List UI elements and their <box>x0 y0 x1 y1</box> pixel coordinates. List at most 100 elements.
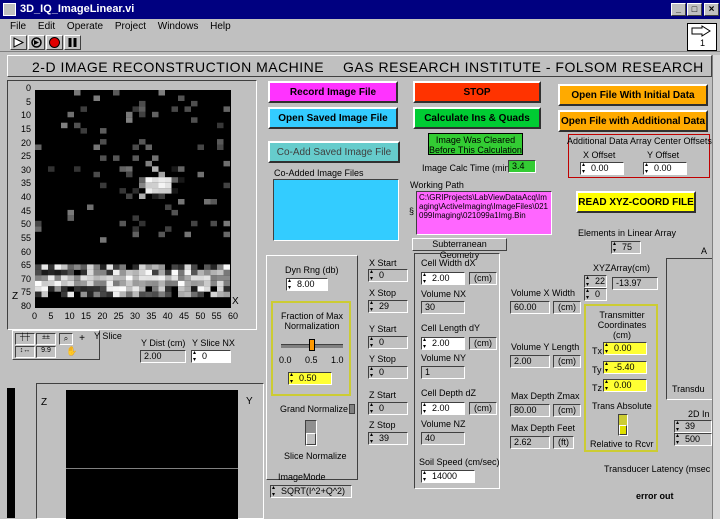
menu-edit[interactable]: Edit <box>38 21 55 32</box>
intensity-cell <box>87 286 94 292</box>
intensity-cell <box>158 231 165 238</box>
trans-absolute-switch[interactable] <box>618 414 628 436</box>
right-edge-39[interactable]: 39 <box>674 418 712 436</box>
x-offset-input[interactable]: 0.00 <box>580 160 624 178</box>
run-continuous-icon[interactable] <box>28 35 45 50</box>
z-start-input[interactable]: 0 <box>368 400 408 418</box>
menu-operate[interactable]: Operate <box>67 21 103 32</box>
zoom-icon[interactable]: ⌕ <box>59 333 73 345</box>
slice-normalize-toggle[interactable] <box>305 420 317 446</box>
intensity-cell <box>204 264 211 270</box>
record-image-file-button[interactable]: Record Image File <box>268 81 398 103</box>
open-saved-image-button[interactable]: Open Saved Image File <box>268 107 398 129</box>
intensity-cell <box>210 220 217 227</box>
co-add-saved-image-button[interactable]: Co-Add Saved Image File <box>268 141 400 163</box>
intensity-cell <box>210 269 217 276</box>
volume-y-length-unit: (cm) <box>553 355 581 368</box>
y-format-icon[interactable]: 9.9 <box>36 346 56 358</box>
dyn-rng-input[interactable]: 8.00 <box>286 276 328 294</box>
intensity-cell <box>132 226 139 232</box>
x-stop-input[interactable]: 29 <box>368 298 408 316</box>
path-browse-icon[interactable]: § <box>409 206 414 216</box>
intensity-cell <box>67 291 74 298</box>
cell-width-label: Cell Width dX <box>421 258 476 268</box>
open-initial-data-button[interactable]: Open File With Initial Data <box>558 84 708 106</box>
intensity-cell <box>191 117 198 123</box>
y-slice-nx-input[interactable]: 0 <box>191 348 231 366</box>
abort-icon[interactable] <box>46 35 63 50</box>
connector-number: 1 <box>700 38 706 48</box>
intensity-graph[interactable] <box>35 90 231 308</box>
intensity-cell <box>165 286 172 292</box>
tx-input[interactable]: 0.00 <box>603 340 647 358</box>
minimize-button[interactable]: _ <box>671 3 686 16</box>
pause-icon[interactable] <box>64 35 81 50</box>
intensity-cell <box>100 275 107 281</box>
right-edge-500[interactable]: 500 <box>674 431 712 449</box>
intensity-cell <box>35 269 42 276</box>
menu-file[interactable]: File <box>10 21 26 32</box>
elements-input[interactable]: 75 <box>611 239 641 257</box>
read-xyz-coord-button[interactable]: READ XYZ-COORD FILE <box>576 191 696 213</box>
title-bar[interactable]: 3D_IQ_ImageLinear.vi _ □ × <box>0 0 720 19</box>
fraction-slider-thumb[interactable] <box>309 339 315 351</box>
intensity-cell <box>113 155 120 161</box>
y-offset-input[interactable]: 0.00 <box>643 160 687 178</box>
x-axis-label: X <box>232 296 239 307</box>
y-start-input[interactable]: 0 <box>368 334 408 352</box>
intensity-cell <box>217 269 224 276</box>
z-stop-input[interactable]: 39 <box>368 430 408 448</box>
tz-input[interactable]: 0.00 <box>603 377 647 395</box>
vertical-scrollbar[interactable] <box>712 55 720 519</box>
app-icon[interactable] <box>3 3 16 16</box>
y-scale-icon[interactable]: ±± <box>36 333 56 345</box>
intensity-cell <box>217 275 224 281</box>
x-format-icon[interactable]: ↕↔ <box>15 346 35 358</box>
run-arrow-icon[interactable] <box>10 35 27 50</box>
calculate-button[interactable]: Calculate Ins & Quads <box>413 107 541 129</box>
y-stop-input[interactable]: 0 <box>368 364 408 382</box>
image-mode-select[interactable]: SQRT(I^2+Q^2) <box>270 483 352 501</box>
cell-depth-input[interactable]: 2.00 <box>421 400 465 418</box>
open-additional-data-button[interactable]: Open File with Additional Data <box>558 110 708 132</box>
menu-help[interactable]: Help <box>210 21 231 32</box>
connector-pane-icon[interactable]: 1 <box>687 23 717 51</box>
co-added-files-list[interactable] <box>273 179 399 241</box>
intensity-cell <box>35 220 42 227</box>
maximize-button[interactable]: □ <box>687 3 702 16</box>
cell-depth-unit: (cm) <box>469 402 497 415</box>
intensity-cell <box>158 291 165 298</box>
x-scale-icon[interactable]: ┼┼ <box>15 333 35 345</box>
menu-project[interactable]: Project <box>115 21 146 32</box>
cell-width-input[interactable]: 2.00 <box>421 270 465 288</box>
pan-hand-icon[interactable]: ✋ <box>65 346 79 358</box>
intensity-cell <box>113 264 120 270</box>
cursor-cross-icon[interactable]: + <box>75 333 89 345</box>
menu-windows[interactable]: Windows <box>158 21 199 32</box>
stop-button[interactable]: STOP <box>413 81 541 103</box>
intensity-cell <box>87 291 94 298</box>
soil-speed-label: Soil Speed (cm/sec) <box>419 457 500 467</box>
intensity-cell <box>74 280 81 287</box>
y-tick-label: 75 <box>20 287 31 298</box>
intensity-cell <box>41 291 48 298</box>
xyz-index-2[interactable]: 0 <box>584 286 607 304</box>
subterranean-geometry-title: Subterranean Geometry <box>412 238 507 260</box>
volume-nz-label: Volume NZ <box>421 419 466 429</box>
x-start-input[interactable]: 0 <box>368 267 408 285</box>
grand-normalize-led[interactable] <box>349 404 355 414</box>
intensity-cell <box>223 106 230 112</box>
cell-length-input[interactable]: 2.00 <box>421 335 465 353</box>
fraction-value-input[interactable]: 0.50 <box>288 370 332 388</box>
waveform-graph[interactable] <box>66 390 238 519</box>
z-stop-label: Z Stop <box>369 420 396 430</box>
intensity-cell <box>152 166 159 172</box>
intensity-cell <box>67 280 74 287</box>
ty-input[interactable]: -5.40 <box>603 359 647 377</box>
soil-speed-input[interactable]: 14000 <box>421 468 475 486</box>
window-title: 3D_IQ_ImageLinear.vi <box>20 3 135 15</box>
intensity-cell <box>54 264 61 270</box>
working-path-value[interactable]: C:\GRIProjects\LabViewDataAcq\Imaging\Ac… <box>416 191 552 235</box>
error-out-label: error out <box>636 491 674 501</box>
close-button[interactable]: × <box>704 3 719 16</box>
